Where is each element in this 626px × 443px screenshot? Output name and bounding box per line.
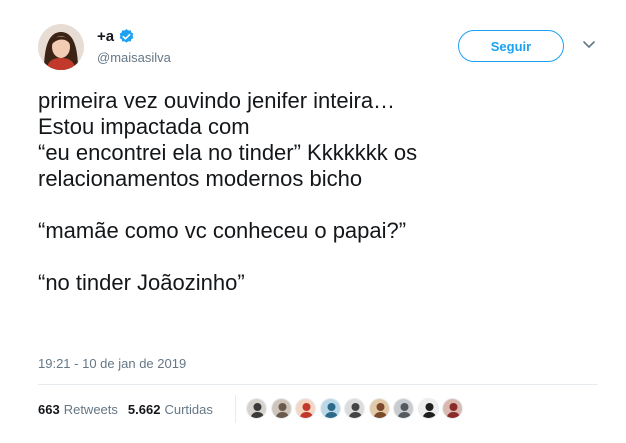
tweet-line: Estou impactada com — [38, 114, 250, 139]
tweet-timestamp[interactable]: 19:21 - 10 de jan de 2019 — [38, 356, 186, 371]
liker-avatar[interactable] — [417, 398, 439, 419]
retweets-label: Retweets — [63, 402, 118, 417]
tweet-line: primeira vez ouvindo jenifer inteira… — [38, 88, 396, 113]
retweets-count: 663 — [38, 402, 60, 417]
display-name[interactable]: +a — [97, 28, 114, 45]
liker-avatar[interactable] — [270, 398, 292, 419]
tweet-stats: 663 Retweets 5.662 Curtidas — [38, 402, 213, 417]
verified-badge-icon — [119, 29, 134, 43]
stats-separator — [235, 395, 236, 423]
liker-avatar[interactable] — [368, 398, 390, 419]
avatar[interactable] — [38, 24, 84, 70]
liker-avatar[interactable] — [393, 398, 414, 419]
tweet-line: “eu encontrei ela no tinder” Kkkkkkk os — [38, 140, 418, 165]
name-row: +a — [97, 28, 135, 45]
retweets-stat[interactable]: 663 Retweets — [38, 402, 118, 417]
liker-avatar[interactable] — [295, 398, 316, 419]
likes-count: 5.662 — [127, 402, 161, 417]
chevron-down-icon[interactable] — [582, 40, 596, 50]
tweet-line: “mamãe como vc conheceu o papai?” — [38, 218, 407, 243]
likes-label: Curtidas — [164, 402, 213, 417]
divider — [38, 384, 598, 385]
tweet-text: primeira vez ouvindo jenifer inteira… Es… — [38, 88, 598, 296]
follow-button[interactable]: Seguir — [458, 30, 564, 62]
tweet-line: relacionamentos modernos bicho — [38, 166, 363, 191]
user-handle[interactable]: @maisasilva — [97, 50, 171, 65]
liker-avatar[interactable] — [442, 398, 463, 419]
liker-avatar[interactable] — [344, 398, 365, 419]
liker-avatar[interactable] — [246, 398, 267, 419]
liker-avatars — [246, 398, 467, 419]
liker-avatar[interactable] — [319, 398, 341, 419]
likes-stat[interactable]: 5.662 Curtidas — [128, 402, 213, 417]
tweet-line: “no tinder Joãozinho” — [38, 270, 245, 295]
